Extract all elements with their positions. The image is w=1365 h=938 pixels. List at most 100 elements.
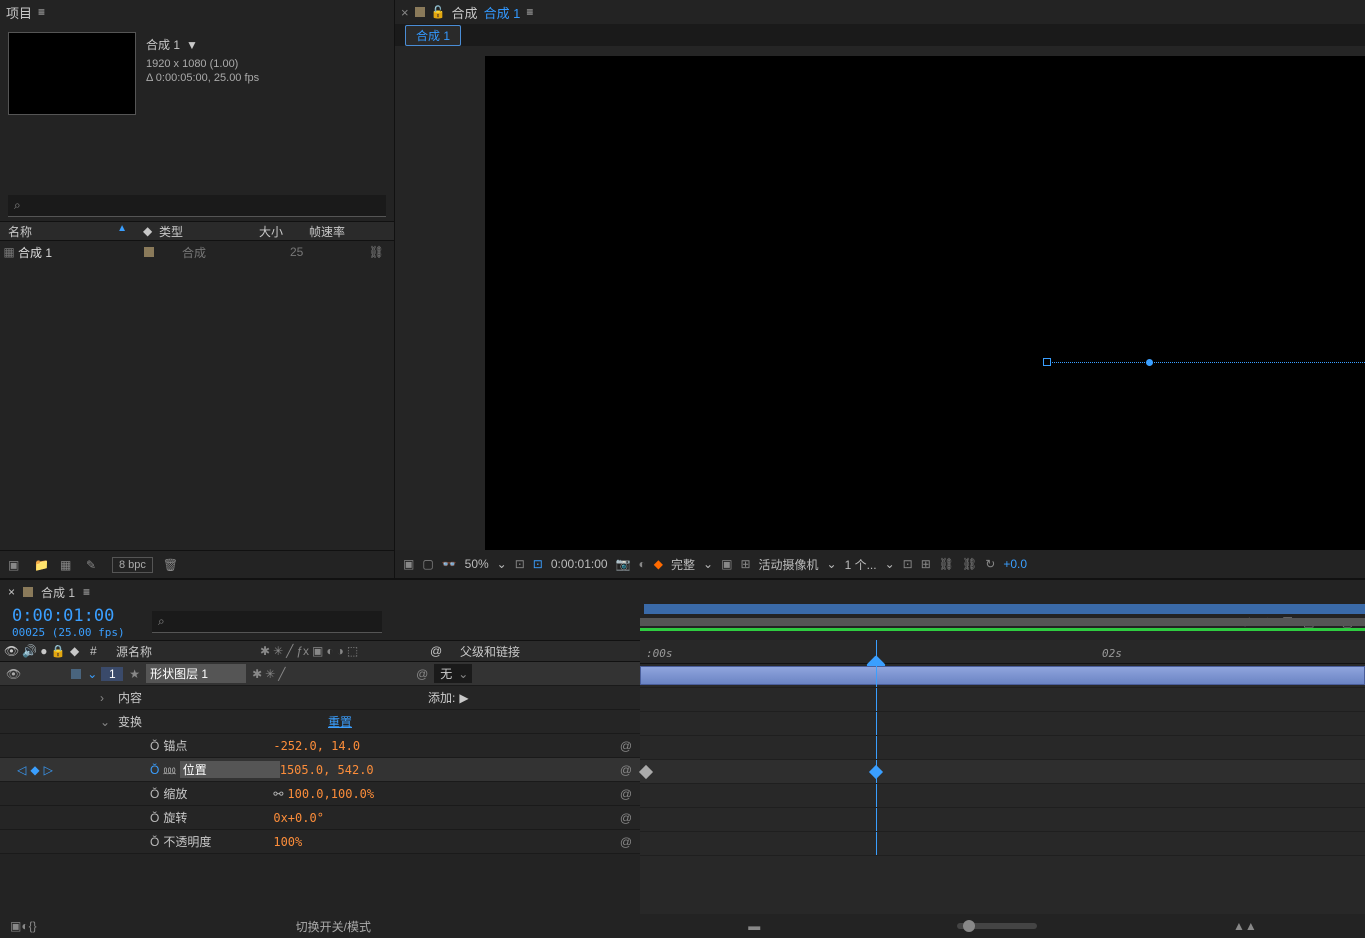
stopwatch-icon[interactable]: Ŏ (150, 811, 159, 825)
motion-path-keyframe[interactable] (1043, 358, 1051, 366)
expression-pickwhip-icon[interactable]: @ (620, 787, 632, 801)
timeline-icon[interactable]: ⛓ (939, 557, 954, 571)
mask-visibility-icon[interactable]: 👓 (442, 557, 457, 571)
transform-group[interactable]: ⌄ 变换 重置 (0, 710, 640, 734)
channel-icon[interactable]: ◆ (654, 557, 663, 571)
video-column-icon[interactable]: 👁 (4, 644, 19, 658)
anchor-value[interactable]: -252.0, 14.0 (273, 739, 360, 753)
stopwatch-icon[interactable]: Ŏ (150, 739, 159, 753)
chevron-down-icon[interactable]: ⌄ (827, 557, 837, 571)
close-icon[interactable]: × (8, 585, 15, 599)
label-color-icon[interactable] (144, 247, 154, 257)
col-size[interactable]: 大小 (251, 223, 301, 240)
pixel-aspect-icon[interactable]: ⊡ (903, 557, 913, 571)
timeline-search-input[interactable]: ⌕ (152, 611, 382, 633)
index-column[interactable]: # (90, 644, 110, 658)
constrain-proportions-icon[interactable]: ⚯ (273, 787, 283, 801)
always-preview-icon[interactable]: ▣ (403, 557, 414, 571)
scale-y-value[interactable]: 100.0 (331, 787, 367, 801)
prev-keyframe-icon[interactable]: ◁ (17, 763, 26, 777)
grid-icon[interactable]: ⊞ (740, 557, 750, 571)
frameblend-icon[interactable]: ▣ (312, 644, 323, 658)
layer-row[interactable]: 👁 ⌄ 1 ★ 形状图层 1 ✱ ✳ ╱ @ 无 ⌄ (0, 662, 640, 686)
zoom-value[interactable]: 50% (465, 557, 489, 571)
layer-duration-bar[interactable] (640, 666, 1365, 685)
toggle-switches-icon[interactable]: ▣ (10, 919, 21, 933)
panel-menu-icon[interactable]: ≡ (526, 5, 533, 19)
rotation-value[interactable]: 0x+0.0° (273, 811, 324, 825)
position-value[interactable]: 1505.0, 542.0 (280, 763, 374, 777)
next-keyframe-icon[interactable]: ▷ (44, 763, 53, 777)
resolution-dropdown[interactable]: 完整 (671, 556, 695, 573)
label-column-icon[interactable]: ◆ (70, 644, 90, 658)
content-group[interactable]: › 内容 添加: ▶ (0, 686, 640, 710)
timeline-tracks[interactable]: :00s 02s ▬ (640, 640, 1365, 938)
stopwatch-icon[interactable]: Ŏ (150, 787, 159, 801)
layer-label-color[interactable] (71, 669, 81, 679)
work-area-bar[interactable] (640, 618, 1365, 626)
reset-exposure-icon[interactable]: ↻ (985, 557, 995, 571)
layer-track[interactable] (640, 664, 1365, 688)
toggle-modes-icon[interactable]: ◐ (21, 919, 28, 933)
twirl-down-icon[interactable]: ⌄ (87, 667, 97, 681)
composition-thumbnail[interactable] (8, 32, 136, 115)
chevron-down-icon[interactable]: ⌄ (885, 557, 895, 571)
show-snapshot-icon[interactable]: ◐ (639, 557, 646, 571)
project-search-input[interactable]: ⌕ (8, 195, 386, 217)
close-icon[interactable]: × (401, 5, 409, 20)
switch-modes-button[interactable]: 切换开关/模式 (37, 918, 630, 935)
snapshot-icon[interactable]: 📷 (616, 557, 631, 571)
col-label-icon[interactable]: ◆ (135, 224, 151, 238)
delete-icon[interactable]: 🗑 (163, 558, 179, 571)
twirl-right-icon[interactable]: › (100, 691, 112, 705)
stopwatch-icon[interactable]: Ŏ (150, 835, 159, 849)
time-navigator[interactable] (644, 604, 1365, 614)
collapse-icon[interactable]: ✳ (273, 644, 283, 658)
bpc-button[interactable]: 8 bpc (112, 557, 153, 573)
composition-canvas[interactable] (485, 56, 1365, 550)
time-display[interactable]: 0:00:01:00 (551, 557, 608, 571)
add-keyframe-icon[interactable]: ◆ (30, 763, 39, 777)
parent-pickwhip[interactable]: @ (416, 667, 428, 681)
expression-pickwhip-icon[interactable]: @ (620, 811, 632, 825)
3d-icon[interactable]: ⬚ (347, 644, 358, 658)
flowchart-icon[interactable]: ⛓ (369, 245, 384, 259)
quality-icon[interactable]: ╱ (286, 644, 293, 658)
layer-quality-toggle[interactable]: ╱ (278, 667, 285, 681)
col-name[interactable]: 名称▲ (0, 223, 135, 240)
panel-menu-icon[interactable]: ≡ (38, 5, 45, 19)
layer-collapse-toggle[interactable]: ✳ (265, 667, 275, 681)
adjustment-icon[interactable]: ◑ (337, 644, 344, 658)
separate-dimensions-icon[interactable]: ⅏ (163, 761, 175, 778)
comp-tab-active[interactable]: 合成 1 (405, 25, 461, 46)
solo-column-icon[interactable]: ● (40, 644, 47, 658)
opacity-value[interactable]: 100% (273, 835, 302, 849)
audio-column-icon[interactable]: 🔊 (22, 644, 37, 658)
expression-pickwhip-icon[interactable]: @ (620, 739, 632, 753)
composition-viewer[interactable] (395, 46, 1365, 550)
project-empty-area[interactable] (0, 263, 394, 550)
zoom-in-icon[interactable]: ▲▲ (1233, 919, 1257, 933)
zoom-out-icon[interactable]: ▬ (748, 919, 760, 933)
project-item-row[interactable]: ▦ 合成 1 合成 25 ⛓ (0, 241, 394, 263)
zoom-chevron-icon[interactable]: ⌄ (497, 557, 507, 571)
shy-icon[interactable]: ✱ (260, 644, 270, 658)
motionblur-icon[interactable]: ◐ (326, 644, 333, 658)
stopwatch-active-icon[interactable]: Ŏ (150, 763, 159, 777)
position-track[interactable] (640, 760, 1365, 784)
fx-icon[interactable]: ƒx (296, 644, 309, 658)
adjustment-layer-icon[interactable]: ✎ (86, 558, 102, 571)
fast-preview-icon[interactable]: ⊡ (533, 557, 543, 571)
keyframe-icon[interactable] (639, 765, 653, 779)
chevron-down-icon[interactable]: ⌄ (703, 557, 713, 571)
time-ruler[interactable]: :00s 02s (640, 640, 1365, 664)
timeline-tab[interactable]: 合成 1 (41, 584, 75, 601)
expression-pickwhip-icon[interactable]: @ (620, 835, 632, 849)
col-type[interactable]: 类型 (151, 223, 251, 240)
visibility-toggle[interactable]: 👁 (0, 667, 27, 681)
reset-button[interactable]: 重置 (328, 713, 352, 730)
aspect-correction-icon[interactable]: ⊡ (515, 557, 525, 571)
chevron-down-icon[interactable]: ⌄ (458, 667, 468, 681)
comp-dropdown-icon[interactable]: ▼ (186, 38, 198, 52)
new-comp-icon[interactable]: ▦ (60, 558, 76, 571)
